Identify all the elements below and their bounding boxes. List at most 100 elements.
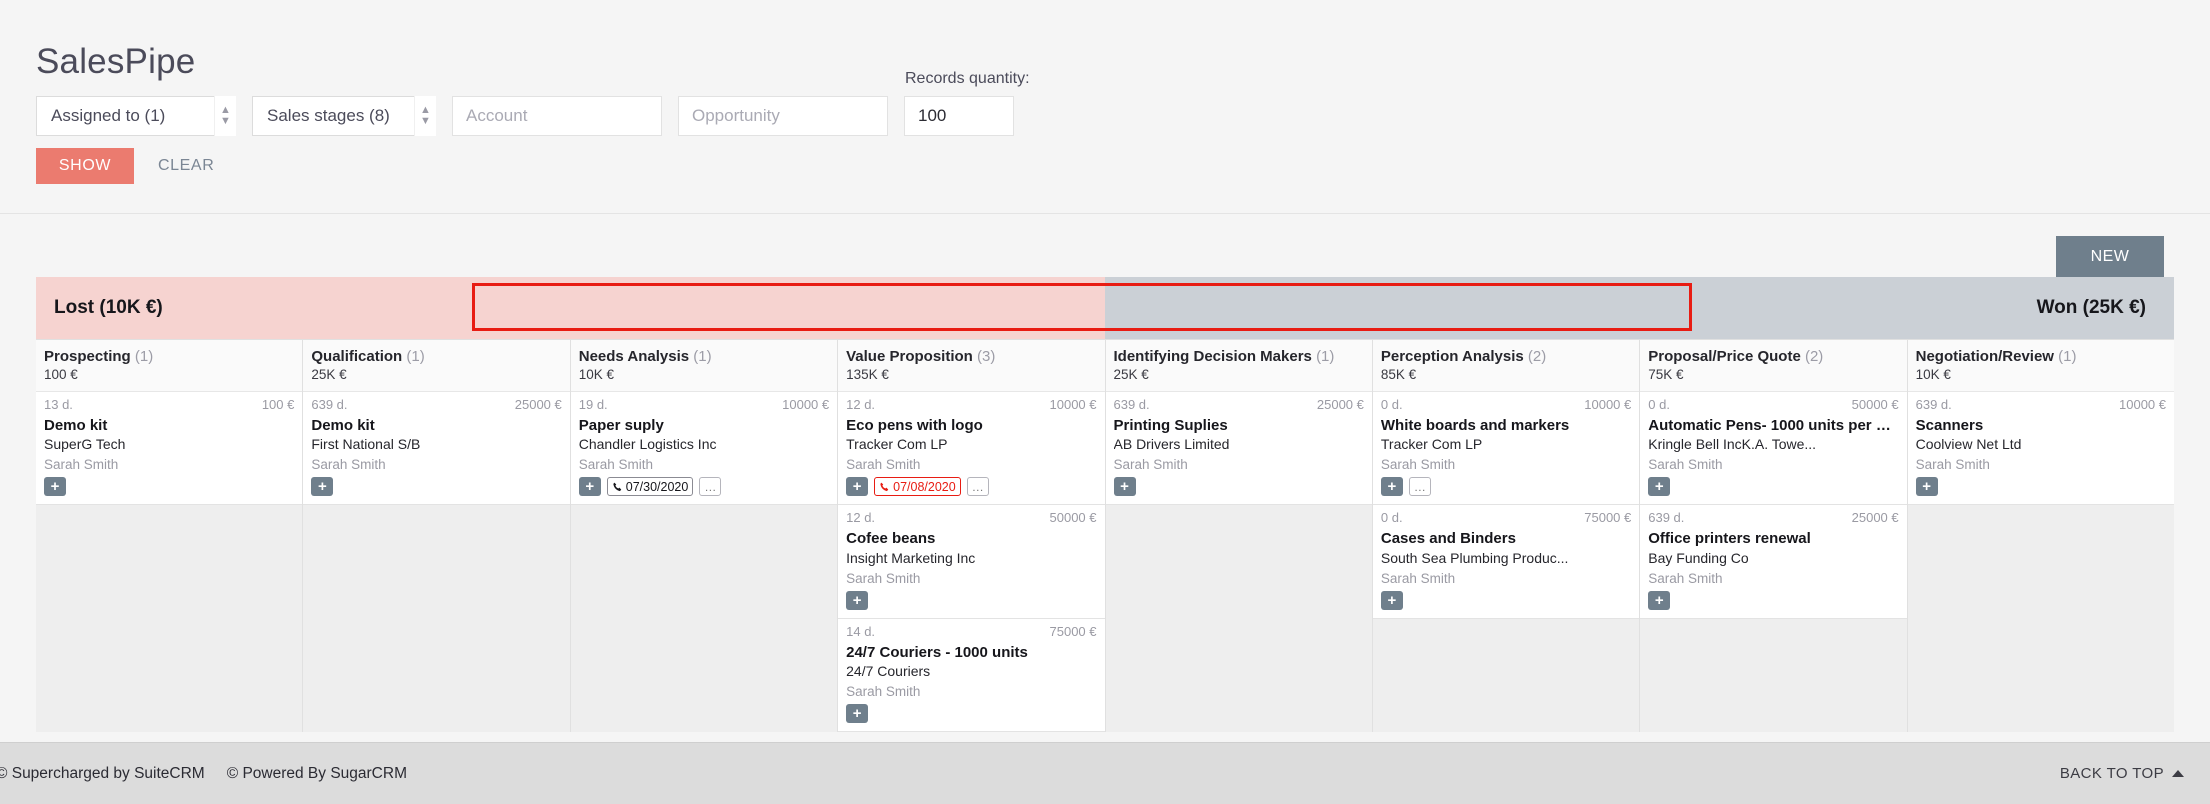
stage-title: Perception Analysis (2) [1381, 348, 1631, 365]
card-actions: + [846, 590, 1096, 610]
action-buttons: SHOW CLEAR [36, 148, 214, 184]
opportunity-card[interactable]: 639 d. 25000 € Demo kit First National S/B S… [303, 392, 570, 506]
card-actions: + [1915, 477, 2166, 497]
lost-dropzone[interactable]: Lost (10K €) [36, 277, 1105, 339]
show-button[interactable]: SHOW [36, 148, 134, 184]
empty-slot [1640, 618, 1907, 719]
add-activity-button[interactable]: + [44, 477, 66, 497]
more-actions-button[interactable]: … [1408, 477, 1431, 497]
card-account-name: AB Drivers Limited [1113, 436, 1230, 453]
sales-stages-stepper-icon[interactable]: ▲ ▼ [414, 96, 436, 136]
card-assigned-user: Sarah Smith [1380, 570, 1456, 586]
card-opportunity-name: Office printers renewal [1648, 530, 1811, 548]
add-activity-button[interactable]: + [1915, 477, 1938, 497]
empty-slot [570, 505, 838, 606]
card-amount: 50000 € [1851, 397, 1899, 412]
stage-column: Prospecting (1) 100 € 13 d. 100 € Demo kit Su… [36, 340, 304, 733]
card-account-name: Coolview Net Ltd [1915, 436, 2022, 453]
add-activity-button[interactable]: + [846, 590, 869, 610]
card-meta: 12 d. 10000 € [846, 397, 1096, 412]
opportunity-card[interactable]: 0 d. 75000 € Cases and Binders South Sea Pl… [1372, 505, 1640, 619]
stage-title: Negotiation/Review (1) [1916, 348, 2166, 365]
card-opportunity-name: Printing Suplies [1113, 417, 1228, 434]
assigned-to-select[interactable]: Assigned to (1) [36, 96, 236, 136]
card-account-name: SuperG Tech [44, 436, 126, 453]
add-activity-button[interactable]: + [1113, 477, 1136, 497]
card-amount: 10000 € [1584, 397, 1632, 412]
card-actions: + [1648, 590, 1898, 610]
add-activity-button[interactable]: + [846, 477, 869, 497]
stage-title-text: Value Proposition [846, 348, 973, 365]
card-account-name: Insight Marketing Inc [846, 549, 976, 566]
clear-button[interactable]: CLEAR [158, 157, 214, 175]
card-amount: 50000 € [1049, 510, 1097, 526]
more-actions-button[interactable]: … [699, 477, 722, 497]
activity-date-badge[interactable]: 07/08/2020 [874, 477, 961, 497]
opportunity-card[interactable]: 639 d. 25000 € Printing Suplies AB Drivers … [1105, 392, 1372, 506]
card-amount: 10000 € [782, 397, 830, 412]
opportunity-card[interactable]: 639 d. 10000 € Scanners Coolview Net Ltd Sar… [1907, 392, 2174, 506]
stage-column-body: 13 d. 100 € Demo kit SuperG Tech Sarah Smith… [36, 392, 303, 732]
card-assigned-user: Sarah Smith [846, 457, 921, 473]
sales-stages-select-wrap: Sales stages (8) ▲ ▼ [252, 96, 436, 136]
card-assigned-user: Sarah Smith [846, 684, 921, 700]
card-actions: + [44, 477, 294, 497]
card-amount: 25000 € [1851, 510, 1899, 526]
card-account-name: Tracker Com LP [846, 436, 948, 453]
add-activity-button[interactable]: + [311, 477, 334, 497]
opportunity-card[interactable]: 12 d. 10000 € Eco pens with logo Tracker Co… [838, 392, 1105, 506]
assigned-to-stepper-icon[interactable]: ▲ ▼ [214, 96, 236, 136]
more-actions-button[interactable]: … [966, 477, 989, 497]
card-meta: 639 d. 25000 € [1114, 397, 1364, 412]
sugarcrm-credit: © Powered By SugarCRM [226, 764, 407, 782]
card-age: 639 d. [311, 397, 348, 412]
card-assigned-user: Sarah Smith [1113, 457, 1188, 473]
opportunity-card[interactable]: 12 d. 50000 € Cofee beans Insight Marketing… [838, 505, 1105, 619]
card-amount: 10000 € [1049, 397, 1097, 412]
card-assigned-user: Sarah Smith [1648, 457, 1723, 473]
sales-stages-select[interactable]: Sales stages (8) [252, 96, 436, 136]
card-account-name: Kringle Bell IncK.A. Towe... [1648, 436, 1817, 453]
stage-total: 10K € [578, 367, 615, 382]
stage-count: (3) [976, 348, 996, 365]
card-amount: 75000 € [1049, 623, 1097, 639]
stage-title: Prospecting (1) [44, 348, 294, 365]
add-activity-button[interactable]: + [846, 704, 869, 724]
stage-title: Qualification (1) [311, 348, 561, 365]
add-activity-button[interactable]: + [1648, 590, 1671, 610]
new-button[interactable]: NEW [2056, 236, 2164, 278]
caret-up-icon [2172, 770, 2184, 777]
stage-title-text: Proposal/Price Quote [1648, 348, 1801, 365]
add-activity-button[interactable]: + [1648, 477, 1671, 497]
back-to-top-button[interactable]: BACK TO TOP [2060, 765, 2184, 782]
opportunity-card[interactable]: 0 d. 10000 € White boards and markers Track… [1372, 392, 1640, 506]
add-activity-button[interactable]: + [1380, 477, 1403, 497]
card-meta: 14 d. 75000 € [846, 624, 1096, 639]
opportunity-input[interactable] [678, 96, 888, 136]
footer-credits: © Supercharged by SuiteCRM © Powered By … [0, 765, 407, 783]
add-activity-button[interactable]: + [578, 477, 601, 497]
stage-title-text: Prospecting [44, 348, 131, 365]
opportunity-card[interactable]: 639 d. 25000 € Office printers renewal Bay … [1640, 505, 1907, 619]
card-amount: 25000 € [514, 397, 562, 412]
add-activity-button[interactable]: + [1380, 590, 1403, 610]
account-input[interactable] [452, 96, 662, 136]
stage-column-header: Needs Analysis (1) 10K € [570, 340, 838, 392]
opportunity-card[interactable]: 19 d. 10000 € Paper suply Chandler Logistic… [570, 392, 838, 506]
card-opportunity-name: Automatic Pens- 1000 units per Month [1648, 417, 1899, 434]
opportunity-card[interactable]: 13 d. 100 € Demo kit SuperG Tech Sarah Smith… [36, 392, 303, 506]
page-title: SalesPipe [36, 42, 196, 81]
won-dropzone[interactable]: Won (25K €) [1105, 277, 2174, 339]
opportunity-card[interactable]: 14 d. 75000 € 24/7 Couriers - 1000 units 24… [838, 618, 1105, 733]
records-quantity-input[interactable] [904, 96, 1014, 136]
card-opportunity-name: Demo kit [44, 417, 108, 434]
empty-slot [1372, 618, 1640, 719]
stage-count: (2) [1527, 348, 1547, 365]
stage-column-body: 0 d. 10000 € White boards and markers Track… [1372, 392, 1640, 732]
opportunity-card[interactable]: 0 d. 50000 € Automatic Pens- 1000 units pe… [1640, 392, 1907, 506]
card-account-name: Chandler Logistics Inc [578, 436, 717, 453]
back-to-top-label: BACK TO TOP [2059, 765, 2164, 782]
card-opportunity-name: White boards and markers [1380, 417, 1570, 434]
empty-slot [1105, 605, 1372, 706]
activity-date-badge[interactable]: 07/30/2020 [606, 477, 694, 497]
